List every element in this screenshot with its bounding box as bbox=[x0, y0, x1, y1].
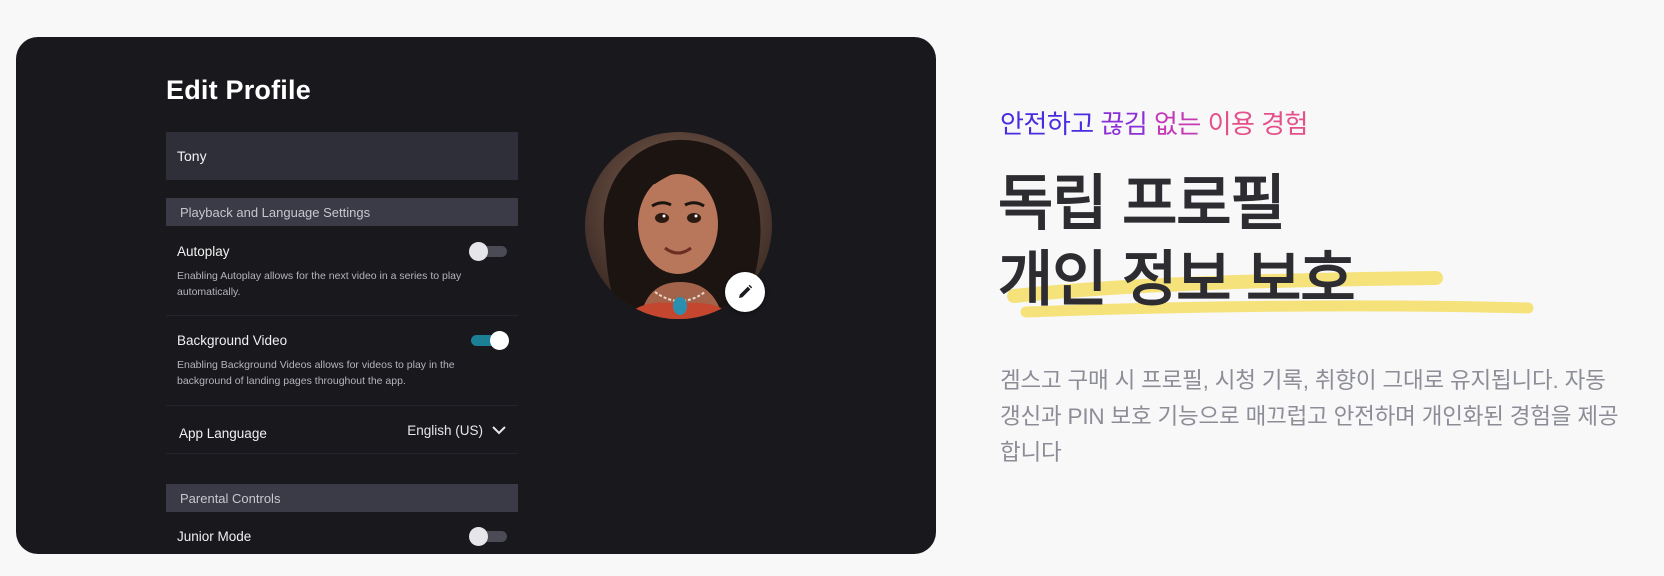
divider bbox=[166, 405, 518, 406]
toggle-knob bbox=[469, 242, 488, 261]
background-video-toggle[interactable] bbox=[469, 331, 509, 350]
app-language-value: English (US) bbox=[407, 423, 483, 438]
edit-avatar-button[interactable] bbox=[725, 272, 765, 312]
section-playback-language: Playback and Language Settings bbox=[166, 198, 518, 226]
profile-editor-panel: Edit Profile Tony Playback and Language … bbox=[16, 37, 936, 554]
headline-line-1: 독립 프로필 bbox=[998, 170, 1286, 237]
app-language-select[interactable]: App Language English (US) bbox=[179, 423, 509, 443]
page-title: Edit Profile bbox=[166, 75, 311, 105]
app-language-label: App Language bbox=[179, 426, 267, 441]
chevron-down-icon bbox=[492, 426, 506, 435]
eyebrow-part-1: 안전하고 bbox=[1000, 109, 1094, 139]
toggle-knob bbox=[469, 527, 488, 546]
divider bbox=[166, 453, 518, 454]
junior-mode-label: Junior Mode bbox=[177, 529, 252, 544]
promo-description: 겜스고 구매 시 프로필, 시청 기록, 취향이 그대로 유지됩니다. 자동 갱… bbox=[1000, 368, 1619, 465]
autoplay-description: Enabling Autoplay allows for the next vi… bbox=[177, 270, 462, 298]
background-video-label: Background Video bbox=[177, 333, 288, 348]
eyebrow-part-2: 끊김 bbox=[1100, 109, 1148, 139]
autoplay-label: Autoplay bbox=[177, 244, 230, 259]
eyebrow-part-4: 이용 경험 bbox=[1207, 109, 1309, 139]
profile-name-input[interactable]: Tony bbox=[166, 132, 518, 180]
toggle-knob bbox=[490, 331, 509, 350]
headline-line-2: 개인 정보 보호 bbox=[998, 246, 1356, 313]
junior-mode-toggle[interactable] bbox=[469, 527, 507, 546]
promo-headline: 독립 프로필 개인 정보 보호 bbox=[998, 166, 1356, 318]
setting-junior-mode: Junior Mode bbox=[177, 527, 507, 546]
pencil-icon bbox=[739, 284, 753, 298]
section-parental-controls: Parental Controls bbox=[166, 484, 518, 512]
background-video-description: Enabling Background Videos allows for vi… bbox=[177, 359, 455, 387]
setting-autoplay: Autoplay Enabling Autoplay allows for th… bbox=[177, 242, 507, 300]
setting-background-video: Background Video Enabling Background Vid… bbox=[177, 331, 509, 389]
divider bbox=[166, 315, 518, 316]
eyebrow-part-3: 없는 bbox=[1154, 109, 1201, 139]
autoplay-toggle[interactable] bbox=[469, 242, 507, 261]
profile-avatar[interactable] bbox=[585, 132, 772, 319]
promo-eyebrow: 안전하고 끊김 없는 이용 경험 bbox=[1000, 104, 1308, 141]
